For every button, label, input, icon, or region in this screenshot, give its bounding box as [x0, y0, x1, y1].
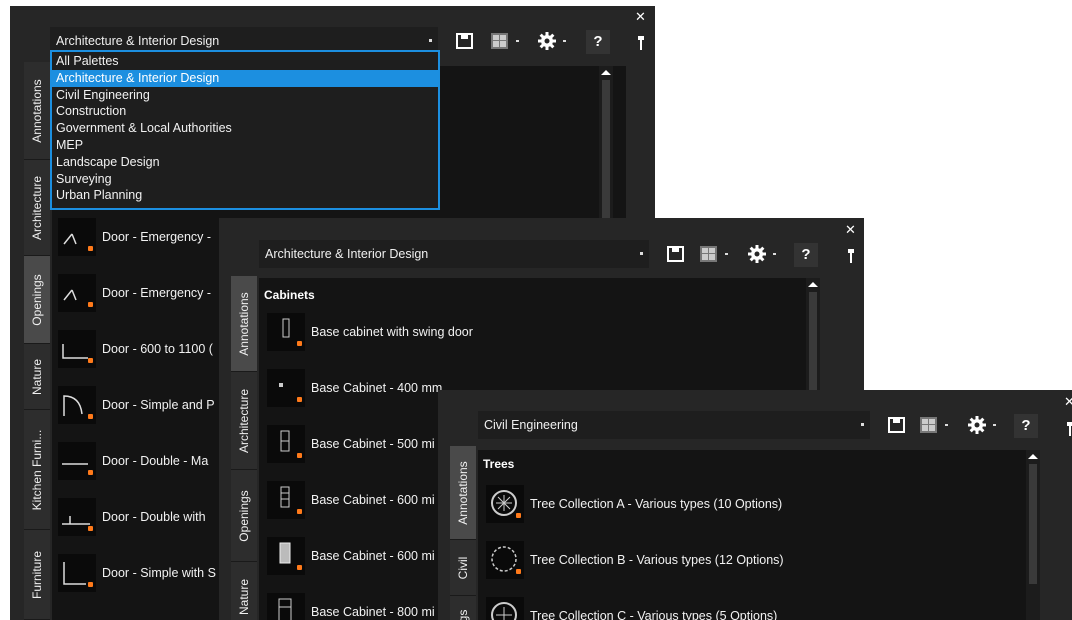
option-construction[interactable]: Construction: [52, 103, 438, 120]
chevron-down-icon: [516, 40, 519, 42]
cabinet-thumbnail: [267, 537, 305, 575]
tool-palette-trees: ✕ Civil Engineering ? Annotations Civil …: [438, 390, 1072, 620]
chevron-down-icon: [725, 253, 728, 255]
option-mep[interactable]: MEP: [52, 137, 438, 154]
scroll-up-icon[interactable]: [1028, 454, 1038, 459]
option-government-local-authorities[interactable]: Government & Local Authorities: [52, 120, 438, 137]
view-options-button[interactable]: [698, 243, 728, 265]
scroll-up-icon[interactable]: [808, 282, 818, 287]
palette-tabs: Annotations Civil gs: [450, 446, 476, 620]
palette-group-options-list: All Palettes Architecture & Interior Des…: [50, 50, 440, 210]
help-button[interactable]: ?: [1014, 414, 1038, 438]
view-options-button[interactable]: [918, 414, 948, 436]
chevron-down-icon: [563, 40, 566, 42]
help-button[interactable]: ?: [794, 243, 818, 267]
door-thumbnail: [58, 498, 96, 536]
option-architecture-interior-design[interactable]: Architecture & Interior Design: [52, 69, 438, 87]
gear-icon: [968, 416, 986, 434]
scroll-up-icon[interactable]: [601, 70, 611, 75]
cabinet-thumbnail: [267, 313, 305, 351]
tab-architecture[interactable]: Architecture: [24, 160, 50, 256]
section-header: Trees: [483, 457, 515, 471]
settings-button[interactable]: [966, 414, 996, 436]
palette-group-dropdown[interactable]: Civil Engineering: [478, 411, 870, 439]
settings-button[interactable]: [746, 243, 776, 265]
tab-annotations[interactable]: Annotations: [24, 62, 50, 160]
chevron-down-icon: [861, 423, 864, 426]
pin-icon[interactable]: [847, 249, 855, 263]
tab-civil[interactable]: Civil: [450, 540, 476, 596]
cabinet-thumbnail: [267, 593, 305, 620]
chevron-down-icon: [945, 424, 948, 426]
door-thumbnail: [58, 330, 96, 368]
view-options-button[interactable]: [489, 30, 519, 52]
tab-furniture[interactable]: Furniture: [24, 530, 50, 620]
cabinet-thumbnail: [267, 425, 305, 463]
save-icon: [667, 246, 684, 262]
palette-group-dropdown[interactable]: Architecture & Interior Design: [259, 240, 649, 268]
palette-content: Trees Tree Collection A - Various types …: [478, 450, 1038, 620]
door-thumbnail: [58, 274, 96, 312]
tab-annotations[interactable]: Annotations: [231, 276, 257, 372]
palette-tabs: Annotations Architecture Openings Nature: [231, 276, 257, 620]
save-button[interactable]: [886, 414, 908, 436]
close-icon[interactable]: ✕: [845, 223, 856, 236]
dropdown-value: Architecture & Interior Design: [265, 247, 429, 261]
option-civil-engineering[interactable]: Civil Engineering: [52, 87, 438, 104]
section-header: Cabinets: [264, 288, 315, 302]
cabinet-thumbnail: [267, 481, 305, 519]
door-thumbnail: [58, 218, 96, 256]
tab-openings[interactable]: Openings: [231, 470, 257, 562]
chevron-down-icon: [773, 253, 776, 255]
door-thumbnail: [58, 554, 96, 592]
view-options-icon: [491, 33, 508, 49]
tab-partial[interactable]: gs: [450, 596, 476, 620]
scrollbar[interactable]: [1026, 450, 1040, 620]
tab-kitchen-furniture[interactable]: Kitchen Furni...: [24, 410, 50, 530]
gear-icon: [748, 245, 766, 263]
save-icon: [456, 33, 473, 49]
door-thumbnail: [58, 386, 96, 424]
tab-nature[interactable]: Nature: [24, 344, 50, 410]
pin-icon[interactable]: [1066, 422, 1072, 436]
save-button[interactable]: [454, 30, 476, 52]
scrollbar-thumb[interactable]: [809, 292, 817, 392]
tree-thumbnail: [486, 485, 524, 523]
scrollbar-thumb[interactable]: [1029, 464, 1037, 584]
chevron-down-icon: [640, 252, 643, 255]
door-thumbnail: [58, 442, 96, 480]
dropdown-value: Architecture & Interior Design: [56, 34, 220, 48]
settings-button[interactable]: [536, 30, 566, 52]
tab-architecture[interactable]: Architecture: [231, 372, 257, 470]
close-icon[interactable]: ✕: [1064, 395, 1072, 408]
chevron-down-icon: [993, 424, 996, 426]
tab-openings[interactable]: Openings: [24, 256, 50, 344]
option-landscape-design[interactable]: Landscape Design: [52, 154, 438, 171]
cabinet-thumbnail: [267, 369, 305, 407]
view-options-icon: [700, 246, 717, 262]
tab-nature[interactable]: Nature: [231, 562, 257, 620]
tree-thumbnail: [486, 541, 524, 579]
pin-icon[interactable]: [637, 36, 645, 50]
save-icon: [888, 417, 905, 433]
tree-thumbnail: [486, 597, 524, 620]
help-button[interactable]: ?: [586, 30, 610, 54]
scrollbar-thumb[interactable]: [602, 80, 610, 220]
tab-annotations[interactable]: Annotations: [450, 446, 476, 540]
palette-tabs: Annotations Architecture Openings Nature…: [24, 62, 50, 620]
save-button[interactable]: [665, 243, 687, 265]
close-icon[interactable]: ✕: [635, 10, 646, 23]
option-all-palettes[interactable]: All Palettes: [52, 53, 438, 70]
gear-icon: [538, 32, 556, 50]
chevron-down-icon: [429, 39, 432, 42]
option-urban-planning[interactable]: Urban Planning: [52, 187, 438, 204]
dropdown-value: Civil Engineering: [484, 418, 578, 432]
option-surveying[interactable]: Surveying: [52, 171, 438, 188]
view-options-icon: [920, 417, 937, 433]
